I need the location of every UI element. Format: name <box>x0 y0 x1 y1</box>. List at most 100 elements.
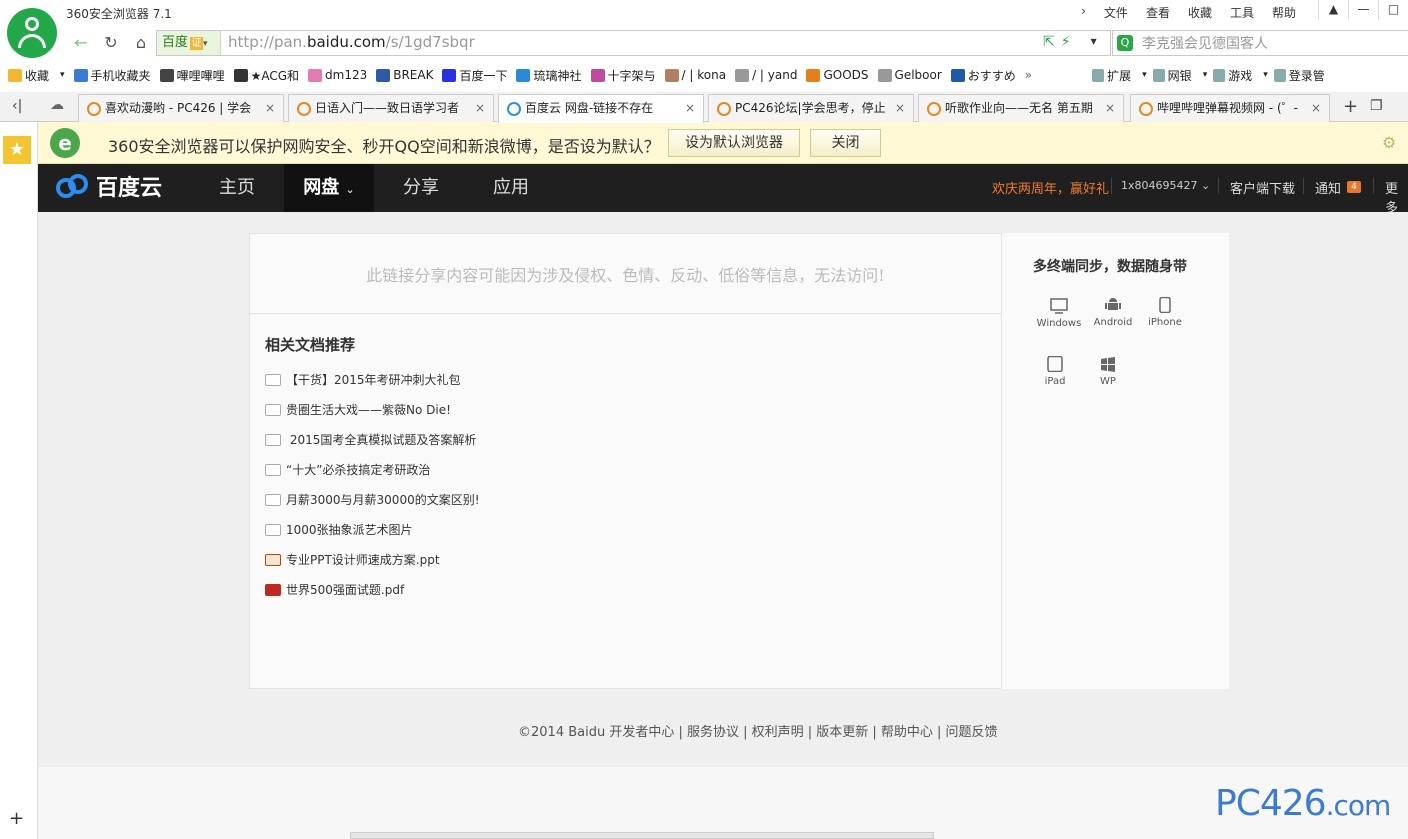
app-title: 360安全浏览器 7.1 <box>66 7 172 21</box>
tab-close-icon[interactable]: × <box>475 95 485 121</box>
footer-links[interactable]: ©2014 Baidu 开发者中心 | 服务协议 | 权利声明 | 版本更新 |… <box>518 721 998 740</box>
menu-view[interactable]: 查看 <box>1146 4 1170 21</box>
notifications-link[interactable]: 通知 <box>1315 178 1341 197</box>
bookmark-item[interactable]: おすすめ <box>950 67 1016 84</box>
chevron-down-icon[interactable]: ▾ <box>1203 70 1208 80</box>
menu-tools[interactable]: 工具 <box>1230 4 1254 21</box>
key-icon <box>1273 68 1286 82</box>
cloud-icon[interactable]: ☁ <box>50 97 64 113</box>
bookmark-item[interactable]: BREAK <box>376 68 433 82</box>
favorites-star-icon[interactable]: ★ <box>3 136 31 164</box>
new-tab-button[interactable]: + <box>1343 96 1358 117</box>
bookmark-item[interactable]: 琉璃神社 <box>516 67 582 84</box>
bookmark-label: 手机收藏夹 <box>90 68 151 83</box>
related-doc-item[interactable]: 贵圈生活大戏——紫薇No Die! <box>265 401 451 418</box>
toolbar-gamepad[interactable]: 游戏 ▾ <box>1213 67 1268 84</box>
tab-close-icon[interactable]: × <box>265 95 275 121</box>
browser-tab[interactable]: PC426论坛|学会思考，停止 × <box>708 94 914 122</box>
horizontal-scrollbar[interactable] <box>350 832 934 839</box>
restore-tabs-icon[interactable]: ❐ <box>1370 98 1383 114</box>
nav-home[interactable]: 主页 <box>196 164 278 212</box>
related-doc-item[interactable]: 世界500强面试题.pdf <box>265 581 404 598</box>
refresh-button[interactable]: ↻ <box>96 30 126 56</box>
tab-favicon-icon <box>297 102 311 116</box>
back-button[interactable]: ← <box>66 30 96 56</box>
chevron-down-icon[interactable]: ▾ <box>60 70 65 80</box>
browser-tab[interactable]: 喜欢动漫哟 - PC426 | 学会 × <box>78 94 284 122</box>
related-doc-item[interactable]: 【干货】2015年考研冲刺大礼包 <box>265 371 461 388</box>
related-doc-item[interactable]: 月薪3000与月薪30000的文案区别! <box>265 491 480 508</box>
tab-close-icon[interactable]: × <box>1105 95 1115 121</box>
address-actions: ⇱ ⚡ ▾ <box>1043 34 1097 50</box>
bookmark-label: BREAK <box>393 68 434 82</box>
url-text[interactable]: http://pan.baidu.com/s/1gd7sbqr <box>228 33 475 51</box>
browser-tab[interactable]: 哔哩哔哩弹幕视频网 - (゜- × <box>1130 94 1330 122</box>
tab-favicon-icon <box>507 102 521 116</box>
baidu-cloud-logo[interactable]: 百度云 <box>54 170 162 202</box>
device-ipad[interactable]: iPad <box>1030 356 1080 387</box>
home-button[interactable]: ⌂ <box>126 30 156 56</box>
search-input[interactable]: 李克强会见德国客人 <box>1142 33 1268 53</box>
chevron-down-icon[interactable]: ▾ <box>1263 70 1268 80</box>
tab-close-icon[interactable]: × <box>1311 95 1321 121</box>
related-doc-item[interactable]: 1000张抽象派艺术图片 <box>265 521 413 538</box>
browser-tab[interactable]: 听歌作业向——无名 第五期 × <box>918 94 1124 122</box>
set-default-button[interactable]: 设为默认浏览器 <box>668 129 800 157</box>
menu-file[interactable]: 文件 <box>1104 4 1128 21</box>
infobar-close-button[interactable]: 关闭 <box>810 129 881 157</box>
menu-help[interactable]: 帮助 <box>1272 4 1296 21</box>
site-identity-badge[interactable]: 百度证 ▾ <box>157 31 221 55</box>
toolbar-bank[interactable]: 网银 ▾ <box>1152 67 1208 84</box>
username-menu[interactable]: 1x804695427 ⌄ <box>1121 179 1210 192</box>
address-dropdown-icon[interactable]: ▾ <box>1091 34 1097 50</box>
bookmark-item[interactable]: / | kona <box>664 68 726 82</box>
device-android[interactable]: Android <box>1088 297 1138 328</box>
nav-apps[interactable]: 应用 <box>470 164 552 212</box>
minimize-button[interactable]: — <box>1348 0 1378 20</box>
toolbar-key[interactable]: 登录管 <box>1273 67 1325 84</box>
related-doc-item[interactable]: “十大”必杀技搞定考研政治 <box>265 461 430 478</box>
doc-title: 专业PPT设计师速成方案.ppt <box>286 553 440 567</box>
bookmark-item[interactable]: Gelboor <box>877 68 942 82</box>
more-link[interactable]: 更多 <box>1385 178 1408 216</box>
device-iphone[interactable]: iPhone <box>1140 297 1190 328</box>
related-doc-item[interactable]: 专业PPT设计师速成方案.ppt <box>265 551 440 568</box>
doc-title: 月薪3000与月薪30000的文案区别! <box>286 493 480 507</box>
bookmark-item[interactable]: 手机收藏夹 <box>73 67 151 84</box>
bookmark-item[interactable]: dm123 <box>308 68 367 82</box>
toolbar-grid[interactable]: 扩展 ▾ <box>1092 67 1147 84</box>
speed-mode-icon[interactable]: ⚡ <box>1061 34 1071 50</box>
gear-icon[interactable]: ⚙ <box>1382 133 1396 152</box>
bookmark-item[interactable]: 收藏 ▾ <box>8 67 65 84</box>
menu-favorites[interactable]: 收藏 <box>1188 4 1212 21</box>
tab-close-icon[interactable]: × <box>895 95 905 121</box>
bookmark-item[interactable]: 嗶哩嗶哩 <box>159 67 225 84</box>
add-panel-button[interactable]: + <box>9 808 24 829</box>
nav-share[interactable]: 分享 <box>380 164 462 212</box>
bookmarks-overflow-icon[interactable]: » <box>1025 68 1032 82</box>
link-unavailable-message: 此链接分享内容可能因为涉及侵权、色情、反动、低俗等信息，无法访问! <box>366 266 885 285</box>
device-wp[interactable]: WP <box>1083 356 1133 387</box>
bookmark-item[interactable]: ★ACG和 <box>233 67 299 84</box>
bookmark-item[interactable]: / | yand <box>735 68 797 82</box>
footer-background <box>38 767 1408 839</box>
browser-tab[interactable]: 日语入门——致日语学习者 × <box>288 94 494 122</box>
bookmark-item[interactable]: 十字架与 <box>590 67 656 84</box>
device-windows[interactable]: Windows <box>1034 298 1084 329</box>
search-engine-icon[interactable]: Q <box>1117 35 1133 51</box>
related-doc-item[interactable]: 2015国考全真模拟试题及答案解析 <box>265 431 476 448</box>
chevron-down-icon[interactable]: ▾ <box>1142 70 1147 80</box>
skin-button[interactable]: ▲ <box>1318 0 1348 20</box>
anniversary-promo-link[interactable]: 欢庆两周年，赢好礼 <box>992 178 1109 197</box>
share-icon[interactable]: ⇱ <box>1043 34 1055 50</box>
tab-close-icon[interactable]: × <box>685 95 695 121</box>
chevron-right-icon[interactable]: › <box>1081 4 1086 21</box>
browser-tab[interactable]: 百度云 网盘-链接不存在 × <box>498 94 704 123</box>
nav-netdisk[interactable]: 网盘 ⌄ <box>284 164 374 212</box>
client-download-link[interactable]: 客户端下载 <box>1230 178 1295 197</box>
tab-scroll-left-icon[interactable]: ‹| <box>12 98 22 114</box>
bookmark-item[interactable]: 百度一下 <box>442 67 507 84</box>
bookmark-item[interactable]: GOODS <box>806 68 869 82</box>
maximize-button[interactable]: □ <box>1378 0 1408 20</box>
user-avatar-icon[interactable] <box>7 8 57 58</box>
